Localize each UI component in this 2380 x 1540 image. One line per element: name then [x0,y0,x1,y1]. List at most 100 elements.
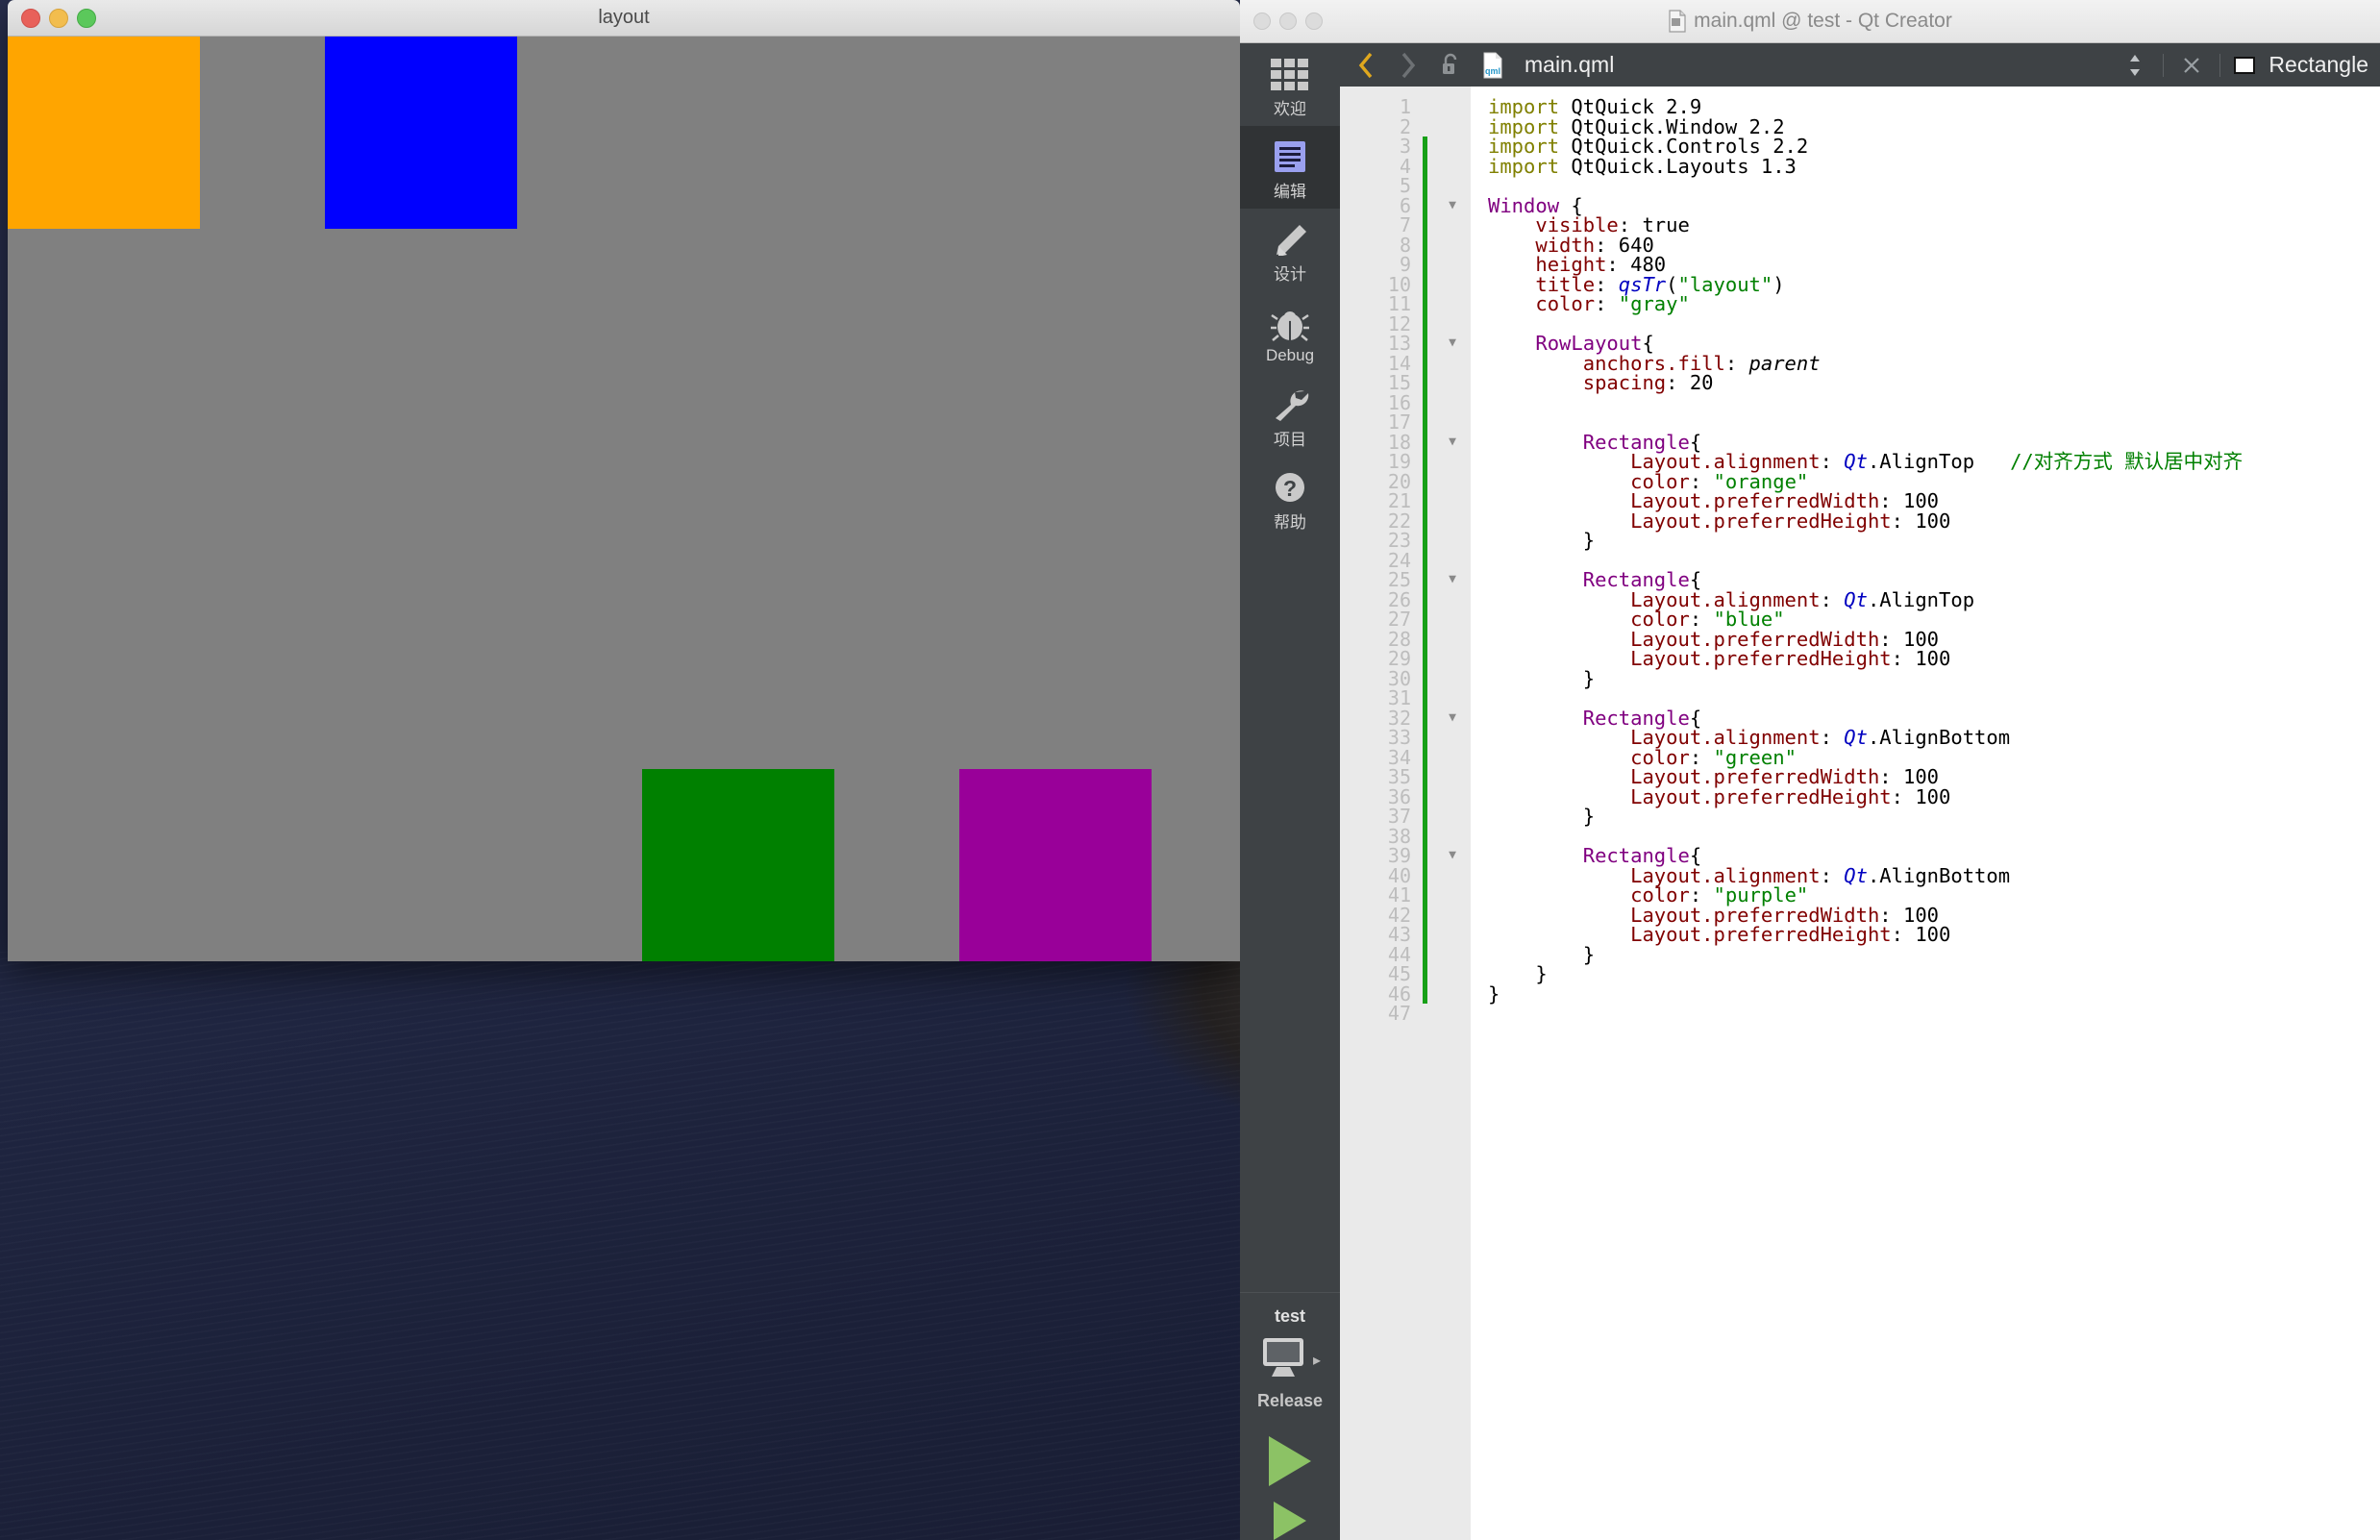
code-line[interactable]: Rectangle{ [1488,570,2380,590]
sidebar-item-design[interactable]: 设计 [1240,209,1340,291]
unlocked-icon[interactable] [1436,51,1465,80]
fold-marker-icon[interactable]: ▼ [1442,846,1463,866]
code-line[interactable]: } [1488,944,2380,965]
code-line[interactable]: Layout.alignment: Qt.AlignBottom [1488,865,2380,886]
code-line[interactable]: } [1488,668,2380,689]
qt-creator-window[interactable]: main.qml @ test - Qt Creator 欢迎 编辑 设计 De… [1240,0,2380,1540]
code-line[interactable]: color: "purple" [1488,885,2380,906]
chevron-right-icon[interactable]: ▸ [1313,1351,1321,1370]
code-editor[interactable]: 1 2 3 4 5 6 7 8 9 10 11 12 13 14 15 16 17 18 19 20 21 22 23 24 2… [1340,87,2380,1540]
code-line[interactable]: import QtQuick.Controls 2.2 [1488,137,2380,157]
qml-app-window[interactable]: layout [8,0,1240,961]
design-icon [1270,215,1310,256]
code-line[interactable] [1488,688,2380,708]
build-configuration-label: Release [1256,1391,1324,1410]
fold-marker-icon[interactable]: ▼ [1442,433,1463,453]
code-line[interactable]: Rectangle{ [1488,432,2380,453]
code-token: .AlignTop [1867,450,1975,473]
code-line[interactable]: Layout.preferredHeight: 100 [1488,510,2380,532]
chevron-left-icon[interactable] [1351,51,1380,80]
qt-creator-titlebar[interactable]: main.qml @ test - Qt Creator [1240,0,2380,43]
code-line[interactable]: height: 480 [1488,255,2380,275]
symbol-name-label[interactable]: Rectangle [2268,52,2368,78]
sidebar-item-label: 帮助 [1274,513,1306,532]
code-line[interactable]: spacing: 20 [1488,373,2380,393]
editor-column: qml main.qml Rectangle 1 2 3 4 5 6 7 8 9… [1340,43,2380,1540]
close-icon[interactable] [2177,51,2206,80]
sidebar-item-help[interactable]: ? 帮助 [1240,457,1340,539]
code-line[interactable]: color: "blue" [1488,609,2380,630]
code-line[interactable]: anchors.fill: parent [1488,353,2380,374]
start-debug-icon[interactable] [1274,1502,1306,1540]
sidebar-item-projects[interactable]: 项目 [1240,374,1340,457]
line-number: 38 [1387,824,1411,848]
code-line[interactable]: } [1488,983,2380,1005]
code-line[interactable]: } [1488,964,2380,984]
code-line[interactable]: Rectangle{ [1488,846,2380,866]
fold-marker-icon[interactable]: ▼ [1442,570,1463,590]
fold-marker-icon[interactable]: ▼ [1442,196,1463,216]
run-icon[interactable] [1269,1436,1311,1486]
document-name-label[interactable]: main.qml [1525,52,1614,78]
updown-arrows-icon[interactable] [2120,51,2149,80]
sidebar-item-welcome[interactable]: 欢迎 [1240,43,1340,126]
code-line[interactable]: Layout.preferredWidth: 100 [1488,905,2380,926]
code-line[interactable] [1488,393,2380,413]
code-line[interactable] [1488,176,2380,196]
line-number: 15 [1387,371,1411,394]
code-line[interactable]: } [1488,531,2380,551]
code-line[interactable]: Layout.alignment: Qt.AlignTop [1488,589,2380,610]
code-line[interactable]: import QtQuick 2.9 [1488,97,2380,117]
code-line[interactable]: Layout.preferredWidth: 100 [1488,629,2380,650]
code-line[interactable]: } [1488,807,2380,827]
sidebar-item-label: 设计 [1274,265,1306,284]
line-number: 35 [1387,765,1411,788]
code-line[interactable]: Layout.preferredWidth: 100 [1488,491,2380,511]
code-token: : [1595,292,1619,315]
code-line[interactable]: color: "orange" [1488,471,2380,492]
code-line[interactable] [1488,1004,2380,1024]
code-line[interactable]: Layout.preferredHeight: 100 [1488,649,2380,669]
line-number: 10 [1387,272,1411,296]
code-line[interactable]: color: "gray" [1488,294,2380,314]
fold-marker-icon[interactable]: ▼ [1442,334,1463,354]
line-number: 47 [1387,1002,1411,1025]
mode-selector-sidebar[interactable]: 欢迎 编辑 设计 Debug 项目 ? 帮助 test ▸ Release [1240,43,1340,1540]
code-line[interactable]: Layout.alignment: Qt.AlignTop //对齐方式 默认居… [1488,452,2380,472]
code-line[interactable]: Layout.alignment: Qt.AlignBottom [1488,728,2380,748]
sidebar-item-debug[interactable]: Debug [1240,291,1340,374]
code-line[interactable]: color: "green" [1488,747,2380,768]
line-number: 13 [1387,332,1411,355]
code-token: .AlignBottom [1867,726,2011,749]
line-number: 4 [1399,154,1411,178]
code-line[interactable]: width: 640 [1488,235,2380,256]
qt-creator-window-title: main.qml @ test - Qt Creator [1240,10,2380,33]
code-line[interactable]: Window { [1488,195,2380,216]
line-number: 45 [1387,962,1411,985]
chevron-right-icon[interactable] [1394,51,1423,80]
code-line[interactable]: title: qsTr("layout") [1488,274,2380,295]
code-line[interactable] [1488,551,2380,571]
fold-marker-column[interactable]: ▼ ▼ ▼ ▼ ▼ ▼ [1436,87,1471,1540]
code-line[interactable]: Layout.preferredWidth: 100 [1488,767,2380,787]
qt-creator-title-text: main.qml @ test - Qt Creator [1694,10,1952,32]
code-line[interactable]: Rectangle{ [1488,708,2380,729]
code-text[interactable]: import QtQuick 2.9 import QtQuick.Window … [1471,87,2380,1540]
code-line[interactable]: RowLayout{ [1488,334,2380,354]
line-number: 32 [1387,706,1411,730]
code-line[interactable]: import QtQuick.Window 2.2 [1488,116,2380,137]
code-line[interactable] [1488,827,2380,847]
line-number: 41 [1387,883,1411,907]
qml-window-titlebar[interactable]: layout [8,0,1240,37]
fold-marker-icon[interactable]: ▼ [1442,708,1463,729]
code-line[interactable]: visible: true [1488,215,2380,236]
desktop-monitor-icon [1259,1336,1307,1383]
code-line[interactable] [1488,314,2380,335]
code-line[interactable]: Layout.preferredHeight: 100 [1488,786,2380,807]
code-line[interactable]: Layout.preferredHeight: 100 [1488,925,2380,945]
code-line[interactable] [1488,412,2380,433]
code-line[interactable]: import QtQuick.Layouts 1.3 [1488,156,2380,177]
sidebar-item-edit[interactable]: 编辑 [1240,126,1340,209]
target-selector[interactable]: ▸ [1259,1336,1321,1383]
line-number: 30 [1387,666,1411,690]
